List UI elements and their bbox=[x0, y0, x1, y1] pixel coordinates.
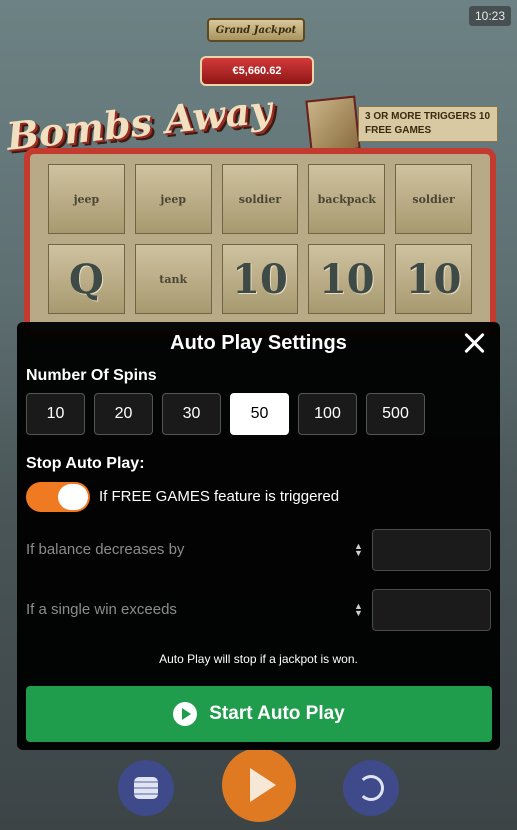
autoplay-button[interactable] bbox=[343, 760, 399, 816]
spin-option-20[interactable]: 20 bbox=[94, 393, 153, 435]
bet-button[interactable] bbox=[118, 760, 174, 816]
reel-symbol-jeep: jeep bbox=[134, 164, 212, 234]
balance-decrease-label: If balance decreases by bbox=[26, 541, 185, 558]
play-icon bbox=[173, 702, 198, 726]
spin-button[interactable] bbox=[222, 748, 296, 822]
close-icon[interactable] bbox=[462, 330, 488, 356]
stepper-arrows-icon[interactable]: ▲ ▼ bbox=[354, 602, 363, 618]
spins-label: Number Of Spins bbox=[26, 367, 157, 384]
spin-option-50[interactable]: 50 bbox=[230, 393, 289, 435]
reel-symbol-Q: Q bbox=[48, 244, 125, 314]
jackpot-label: Grand Jackpot bbox=[207, 18, 305, 42]
balance-decrease-field[interactable] bbox=[372, 529, 491, 571]
status-clock: 10:23 bbox=[468, 6, 511, 26]
free-games-toggle[interactable] bbox=[26, 482, 90, 512]
refresh-icon bbox=[358, 775, 384, 801]
reel-symbol-10: 10 bbox=[221, 244, 299, 314]
reel-symbol-jeep: jeep bbox=[48, 164, 125, 234]
reel-symbol-soldier: soldier bbox=[395, 164, 472, 234]
stepper-arrows-icon[interactable]: ▲ ▼ bbox=[354, 542, 363, 558]
autoplay-modal: Auto Play Settings Number Of Spins 10 20 3… bbox=[17, 322, 500, 750]
trigger-banner: 3 OR MORE TRIGGERS 10 FREE GAMES bbox=[358, 106, 498, 142]
reel-frame: jeep jeep soldier backpack soldier Qtank 10 10 1… bbox=[24, 148, 496, 338]
stop-label: Stop Auto Play: bbox=[26, 455, 145, 472]
spin-options: 10 20 30 50 100 500 bbox=[26, 393, 425, 435]
spin-option-10[interactable]: 10 bbox=[26, 393, 85, 435]
single-win-field[interactable] bbox=[372, 589, 491, 631]
reel-symbol-10: 10 bbox=[395, 244, 472, 314]
start-autoplay-label: Start Auto Play bbox=[209, 703, 345, 724]
trigger-symbol-icon bbox=[305, 95, 361, 155]
bottom-controls bbox=[0, 748, 517, 830]
toggle-knob bbox=[58, 484, 88, 510]
free-games-toggle-label: If FREE GAMES feature is triggered bbox=[99, 488, 340, 505]
single-win-label: If a single win exceeds bbox=[26, 601, 177, 618]
reel-symbol-soldier: soldier bbox=[221, 164, 299, 234]
jackpot-note: Auto Play will stop if a jackpot is won. bbox=[159, 652, 358, 666]
coin-stack-icon bbox=[134, 777, 158, 799]
reel-symbol-10: 10 bbox=[308, 244, 386, 314]
spin-option-100[interactable]: 100 bbox=[298, 393, 357, 435]
start-autoplay-button[interactable]: Start Auto Play bbox=[26, 686, 492, 742]
spin-option-30[interactable]: 30 bbox=[162, 393, 221, 435]
reel-symbol-tank: tank bbox=[134, 244, 212, 314]
reel-grid: jeep jeep soldier backpack soldier Qtank 10 10 1… bbox=[48, 164, 472, 314]
jackpot-value: €5,660.62 bbox=[200, 56, 314, 86]
spin-option-500[interactable]: 500 bbox=[366, 393, 425, 435]
modal-title: Auto Play Settings bbox=[170, 332, 347, 354]
reel-symbol-backpack: backpack bbox=[308, 164, 386, 234]
spin-play-icon bbox=[250, 768, 276, 802]
